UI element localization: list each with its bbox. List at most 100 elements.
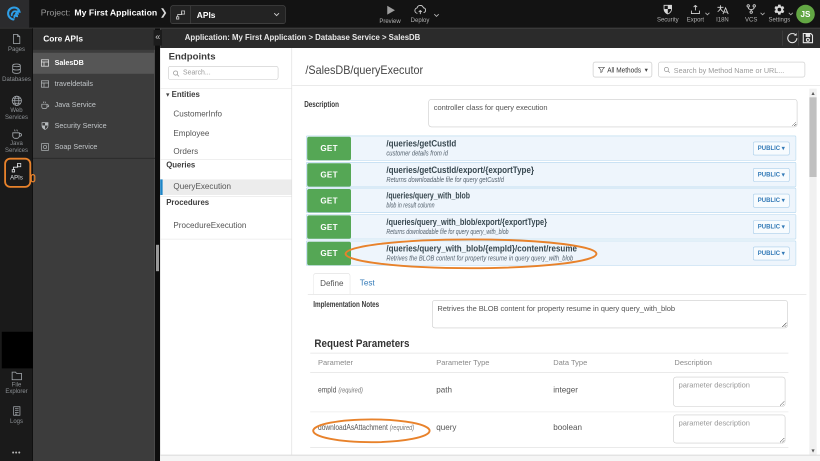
more-options-icon[interactable]: ••• [0, 448, 33, 456]
left-icon-rail: Pages Databases Web Services Java Servic… [0, 28, 34, 461]
section-header-procedures[interactable]: Procedures [166, 198, 209, 207]
data-type-cell: boolean [553, 423, 583, 433]
rail-label: Databases [2, 76, 31, 83]
export-icon [690, 5, 700, 15]
method-path: /queries/query_with_blob/export/{exportT… [386, 217, 548, 228]
endpoint-item-employee[interactable]: Employee [160, 127, 291, 143]
method-description: Returns downloadable file for query quer… [386, 228, 509, 236]
method-description: Returns downloadable file for query getC… [386, 176, 505, 184]
workspace-selector-dropdown[interactable]: APIs [170, 5, 286, 25]
table-border [310, 352, 789, 354]
method-row[interactable]: GET /queries/query_with_blob blob in res… [306, 187, 797, 214]
tab-define[interactable]: Define [313, 273, 351, 295]
scrollbar-thumb[interactable] [809, 97, 817, 177]
app-logo[interactable] [0, 0, 31, 28]
method-path: /queries/query_with_blob [386, 190, 470, 202]
translate-icon [717, 5, 729, 15]
endpoint-item-procedureexecution[interactable]: ProcedureExecution [160, 218, 291, 234]
visibility-dropdown[interactable]: PUBLIC ▾ [753, 220, 790, 235]
scrollbar-up-arrow[interactable]: ▲ [809, 88, 817, 98]
method-row[interactable]: GET /queries/query_with_blob/export/{exp… [306, 214, 797, 240]
folder-icon [11, 371, 22, 381]
rail-item-databases[interactable]: Databases [0, 62, 33, 83]
settings-caret-icon[interactable] [788, 11, 794, 17]
section-label: Entities [171, 90, 200, 100]
visibility-dropdown[interactable]: PUBLIC ▾ [753, 193, 790, 208]
method-description: Retrives the BLOB content for property r… [386, 255, 574, 263]
service-item-security-service[interactable]: Security Service [33, 116, 155, 137]
rail-item-logs[interactable]: Logs [0, 405, 33, 425]
security-button[interactable]: Security [654, 4, 682, 23]
breadcrumb-bar: Application: My First Application > Data… [160, 28, 820, 48]
breadcrumb[interactable]: Application: My First Application > Data… [185, 33, 421, 42]
endpoint-item-queryexecution[interactable]: QueryExecution [160, 179, 292, 196]
core-apis-title: Core APIs [43, 33, 84, 44]
save-icon[interactable] [801, 31, 815, 45]
service-item-soap-service[interactable]: Soap Service [33, 137, 155, 158]
method-row[interactable]: GET /queries/getCustId/export/{exportTyp… [306, 162, 797, 188]
service-item-label: traveldetails [54, 79, 94, 88]
coffee-icon [12, 129, 22, 139]
collapse-panel-button[interactable]: « [153, 30, 162, 46]
data-type-cell: integer [553, 385, 578, 395]
method-row[interactable]: GET /queries/getCustId customer details … [306, 135, 797, 161]
section-header-entities[interactable]: ▾ Entities [166, 90, 200, 99]
rail-item-file-explorer[interactable]: File Explorer [0, 370, 33, 395]
divider [782, 30, 784, 46]
top-bar: Project: My First Application ❯ APIs Pre… [0, 0, 820, 29]
param-type-cell: path [436, 385, 452, 395]
database-icon [12, 63, 21, 74]
deploy-button[interactable]: Deploy [407, 4, 433, 24]
param-description-textarea[interactable] [673, 376, 786, 407]
deploy-caret-icon[interactable] [433, 12, 440, 19]
method-row-selected[interactable]: GET /queries/query_with_blob/{empId}/con… [306, 240, 797, 266]
param-name-cell: downloadAsAttachment (required) [318, 423, 414, 432]
rail-item-pages[interactable]: Pages [0, 33, 33, 53]
scrollbar-thumb[interactable] [156, 244, 159, 272]
endpoint-item-orders[interactable]: Orders [160, 145, 291, 161]
request-parameters-title: Request Parameters [314, 337, 410, 350]
method-search-input[interactable]: Search by Method Name or URL... [658, 61, 806, 78]
visibility-dropdown[interactable]: PUBLIC ▾ [753, 141, 790, 156]
service-item-traveldetails[interactable]: traveldetails [33, 74, 155, 95]
scrollbar-down-arrow[interactable]: ▼ [809, 446, 817, 455]
vcs-label: VCS [745, 16, 758, 24]
git-branch-icon [746, 4, 756, 14]
service-item-java-service[interactable]: Java Service [33, 95, 155, 116]
preview-label: Preview [379, 18, 401, 25]
get-method-badge: GET [307, 215, 351, 239]
service-item-label: Security Service [54, 121, 107, 130]
export-caret-icon[interactable] [704, 11, 710, 17]
user-avatar[interactable]: JS [796, 4, 815, 24]
method-path: /queries/getCustId [386, 138, 457, 149]
service-item-salesdb[interactable]: SalesDB [33, 52, 155, 74]
endpoints-search-input[interactable]: Search... [168, 66, 279, 80]
rail-item-web-services[interactable]: Web Services [0, 95, 33, 121]
endpoints-title: Endpoints [168, 51, 216, 62]
implementation-notes-textarea[interactable]: Retrives the BLOB content for property r… [432, 300, 788, 329]
visibility-dropdown[interactable]: PUBLIC ▾ [753, 246, 790, 261]
tab-bar-divider [307, 294, 807, 295]
controller-title: /SalesDB/queryExecutor [305, 63, 424, 77]
i18n-button[interactable]: I18N [711, 4, 734, 23]
section-header-queries[interactable]: Queries [166, 160, 195, 169]
endpoint-label: Employee [173, 129, 210, 138]
project-label: Project: [40, 8, 71, 18]
param-description-textarea[interactable] [673, 414, 786, 444]
visibility-dropdown[interactable]: PUBLIC ▾ [753, 168, 790, 182]
endpoint-item-customerinfo[interactable]: CustomerInfo [160, 107, 291, 123]
get-method-badge: GET [307, 241, 351, 266]
shield-icon [663, 4, 672, 15]
methods-filter-dropdown[interactable]: All Methods ▾ [592, 61, 653, 78]
settings-label: Settings [768, 16, 791, 24]
project-name[interactable]: My First Application [74, 8, 157, 18]
get-method-badge: GET [307, 136, 351, 161]
gear-icon [774, 4, 785, 15]
description-textarea[interactable]: controller class for query execution [428, 99, 798, 128]
globe-icon [11, 95, 22, 106]
preview-button[interactable]: Preview [378, 4, 402, 25]
refresh-icon[interactable] [785, 31, 799, 45]
section-label: Queries [166, 160, 196, 170]
tab-test[interactable]: Test [352, 273, 382, 294]
rail-item-java-services[interactable]: Java Services [0, 128, 33, 154]
